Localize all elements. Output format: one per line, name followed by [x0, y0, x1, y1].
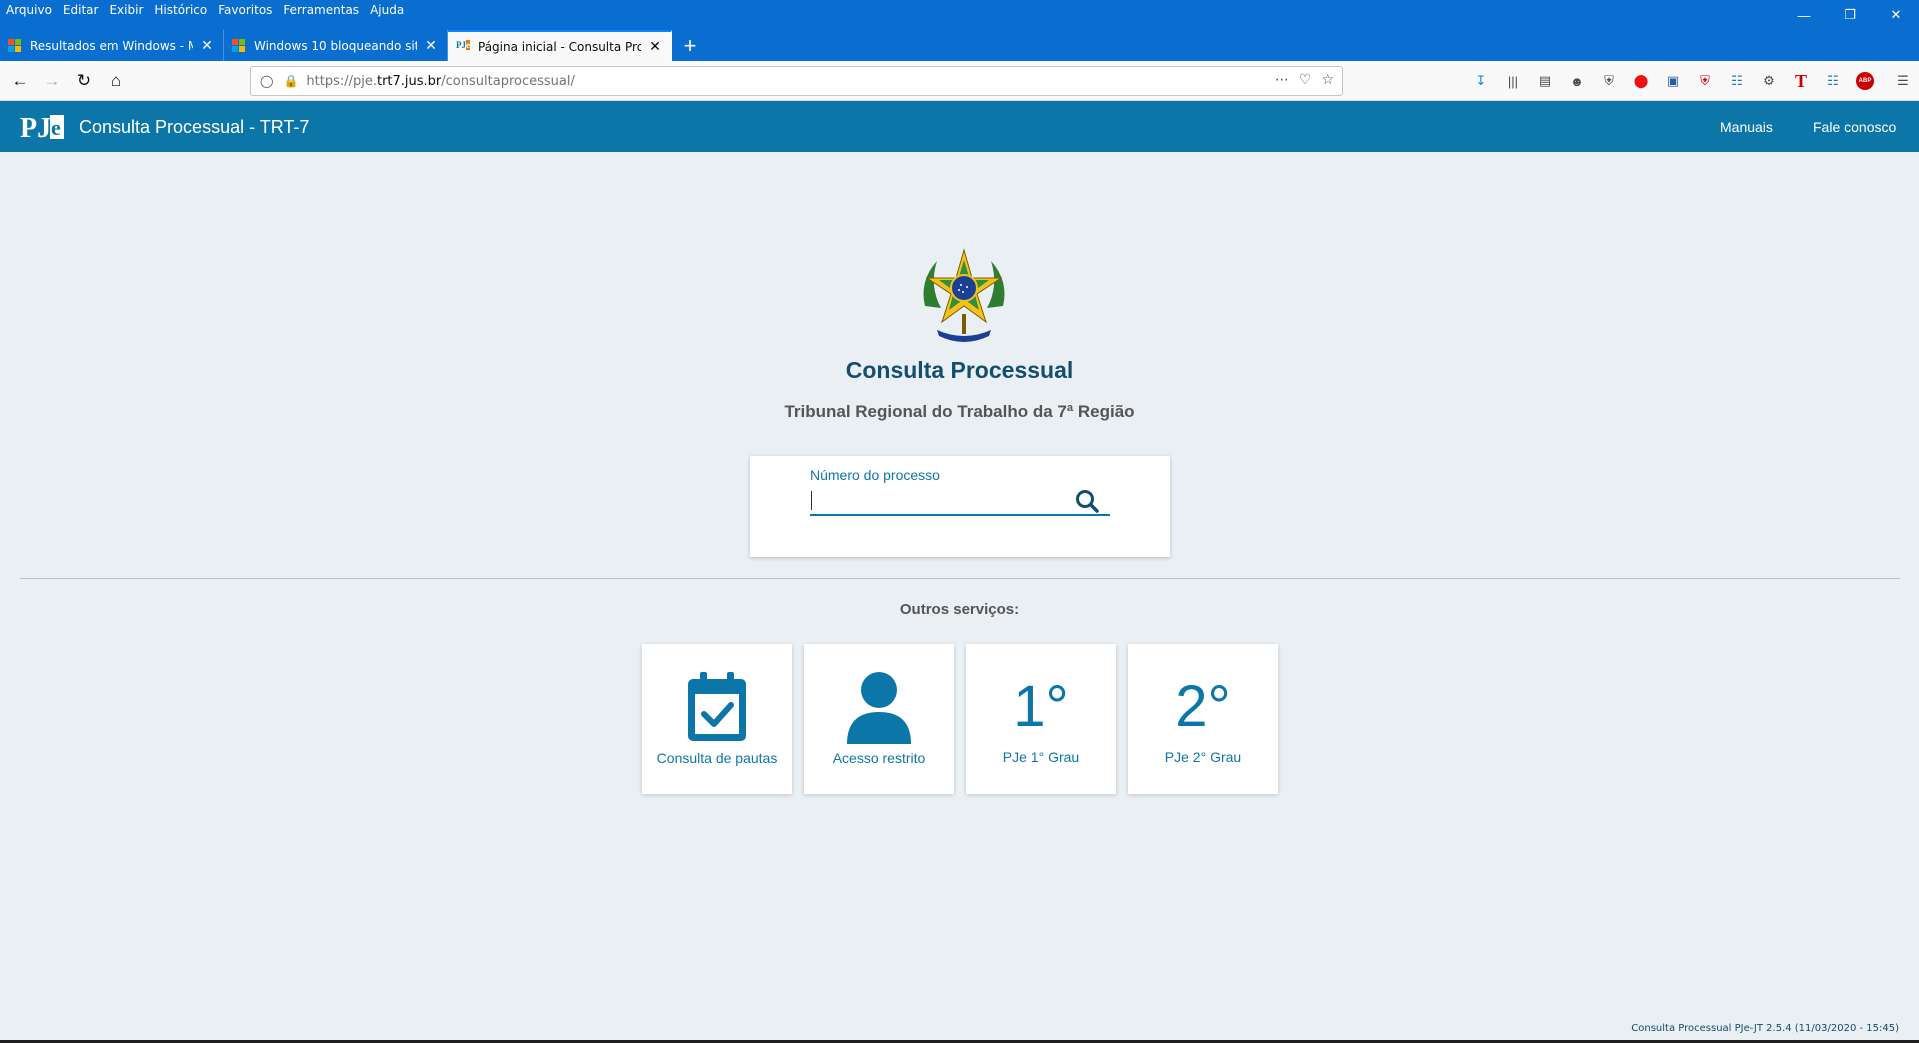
- downloads-icon[interactable]: ↧: [1465, 65, 1497, 97]
- tab-title: Windows 10 bloqueando sites: [254, 38, 417, 53]
- restore-icon[interactable]: ❐: [1827, 0, 1873, 30]
- url-text[interactable]: https://pje.trt7.jus.br/consultaprocessu…: [306, 74, 574, 89]
- service-label: PJe 1° Grau: [1002, 749, 1080, 765]
- tab-title: Resultados em Windows - Mic: [30, 38, 193, 53]
- grade-number: 1°: [1013, 674, 1069, 739]
- url-bar[interactable]: ◯ 🔒 https://pje.trt7.jus.br/consultaproc…: [250, 66, 1343, 96]
- menu-historico[interactable]: Histórico: [154, 3, 207, 17]
- tab-strip: Resultados em Windows - Mic ✕ Windows 10…: [0, 30, 708, 61]
- process-number-input[interactable]: [810, 486, 1110, 516]
- new-tab-button[interactable]: +: [672, 30, 708, 61]
- account-icon[interactable]: ☻: [1561, 65, 1593, 97]
- menu-favoritos[interactable]: Favoritos: [218, 3, 272, 17]
- grade-number: 2°: [1175, 674, 1231, 739]
- hamburger-menu-icon[interactable]: ☰: [1887, 65, 1919, 97]
- app-title: Consulta Processual - TRT-7: [79, 117, 310, 137]
- section-divider: [20, 578, 1900, 579]
- lock-warning-icon[interactable]: 🔒: [283, 74, 298, 88]
- svg-text:e: e: [51, 115, 61, 140]
- other-services-label: Outros serviços:: [899, 601, 1020, 618]
- menu-arquivo[interactable]: Arquivo: [6, 3, 52, 17]
- version-footer: Consulta Processual PJe-JT 2.5.4 (11/03/…: [1631, 1023, 1899, 1034]
- extension-t-icon[interactable]: T: [1785, 65, 1817, 97]
- close-tab-icon[interactable]: ✕: [199, 38, 215, 54]
- menu-editar[interactable]: Editar: [63, 3, 99, 17]
- contact-link[interactable]: Fale conosco: [1813, 119, 1896, 135]
- service-consulta-pautas[interactable]: Consulta de pautas: [642, 644, 792, 794]
- shield-icon[interactable]: ◯: [260, 74, 273, 88]
- tab-windows-10[interactable]: Windows 10 bloqueando sites ✕: [224, 30, 448, 61]
- close-tab-icon[interactable]: ✕: [423, 38, 439, 54]
- browser-menubar: Arquivo Editar Exibir Histórico Favorito…: [0, 0, 415, 20]
- extension-book-icon[interactable]: ▣: [1657, 65, 1689, 97]
- extension-gears-icon[interactable]: ⚙: [1753, 65, 1785, 97]
- service-label: Consulta de pautas: [656, 750, 778, 766]
- translate-icon[interactable]: ☷: [1721, 65, 1753, 97]
- close-tab-icon[interactable]: ✕: [647, 39, 663, 55]
- search-icon[interactable]: [1074, 488, 1100, 514]
- microsoft-logo-icon: [8, 38, 22, 53]
- forward-icon[interactable]: →: [36, 65, 68, 97]
- page-title: Consulta Processual: [845, 357, 1074, 383]
- translate-alt-icon[interactable]: ☷: [1817, 65, 1849, 97]
- tab-title: Página inicial - Consulta Proce: [478, 39, 641, 54]
- service-label: PJe 2° Grau: [1164, 749, 1242, 765]
- menu-exibir[interactable]: Exibir: [109, 3, 143, 17]
- search-card: Número do processo: [750, 456, 1170, 557]
- ublock-icon[interactable]: ⛨: [1689, 65, 1721, 97]
- menu-ajuda[interactable]: Ajuda: [370, 3, 404, 17]
- svg-text:PJ: PJ: [20, 113, 51, 144]
- brazil-coat-of-arms: [923, 248, 1005, 342]
- minimize-icon[interactable]: —: [1781, 0, 1827, 30]
- back-icon[interactable]: ←: [4, 65, 36, 97]
- user-icon: [847, 672, 911, 744]
- home-icon[interactable]: ⌂: [100, 65, 132, 97]
- browser-toolbar-right: ↧ ||| ▤ ☻ ⛨ ⬤ ▣ ⛨ ☷ ⚙ T ☷ ABP ☰: [1465, 65, 1919, 97]
- manuals-link[interactable]: Manuais: [1720, 119, 1773, 135]
- window-controls: — ❐ ✕: [1781, 0, 1919, 30]
- app-header: PJ e Consulta Processual - TRT-7 Manuais…: [0, 101, 1919, 152]
- microsoft-logo-icon: [232, 38, 246, 53]
- page-subtitle: Tribunal Regional do Trabalho da 7ª Regi…: [784, 402, 1135, 421]
- service-pje-1-grau[interactable]: 1° PJe 1° Grau: [966, 644, 1116, 794]
- service-pje-2-grau[interactable]: 2° PJe 2° Grau: [1128, 644, 1278, 794]
- adblock-plus-icon[interactable]: ABP: [1849, 65, 1881, 97]
- pje-logo[interactable]: PJ e: [20, 109, 66, 145]
- text-cursor: [811, 491, 812, 510]
- opera-extension-icon[interactable]: ⬤: [1625, 65, 1657, 97]
- bookmark-star-icon[interactable]: ☆: [1321, 71, 1334, 88]
- close-window-icon[interactable]: ✕: [1873, 0, 1919, 30]
- url-actions: ⋯ ♡ ☆: [1275, 71, 1334, 88]
- library-icon[interactable]: |||: [1497, 65, 1529, 97]
- browser-titlebar: Arquivo Editar Exibir Histórico Favorito…: [0, 0, 1919, 61]
- pje-favicon-icon: PJe: [456, 39, 470, 50]
- service-acesso-restrito[interactable]: Acesso restrito: [804, 644, 954, 794]
- page-actions-icon[interactable]: ⋯: [1275, 71, 1289, 88]
- reload-icon[interactable]: ↻: [68, 65, 100, 97]
- pocket-icon[interactable]: ♡: [1299, 71, 1312, 88]
- extension-shield-icon[interactable]: ⛨: [1593, 65, 1625, 97]
- tab-pagina-inicial[interactable]: PJe Página inicial - Consulta Proce ✕: [448, 30, 672, 61]
- calendar-check-icon: [688, 672, 746, 741]
- service-label: Acesso restrito: [832, 750, 926, 766]
- browser-navbar: ← → ↻ ⌂ ◯ 🔒 https://pje.trt7.jus.br/cons…: [0, 61, 1919, 101]
- tab-resultados-windows[interactable]: Resultados em Windows - Mic ✕: [0, 30, 224, 61]
- menu-ferramentas[interactable]: Ferramentas: [283, 3, 359, 17]
- process-number-label: Número do processo: [810, 467, 940, 483]
- sidebar-icon[interactable]: ▤: [1529, 65, 1561, 97]
